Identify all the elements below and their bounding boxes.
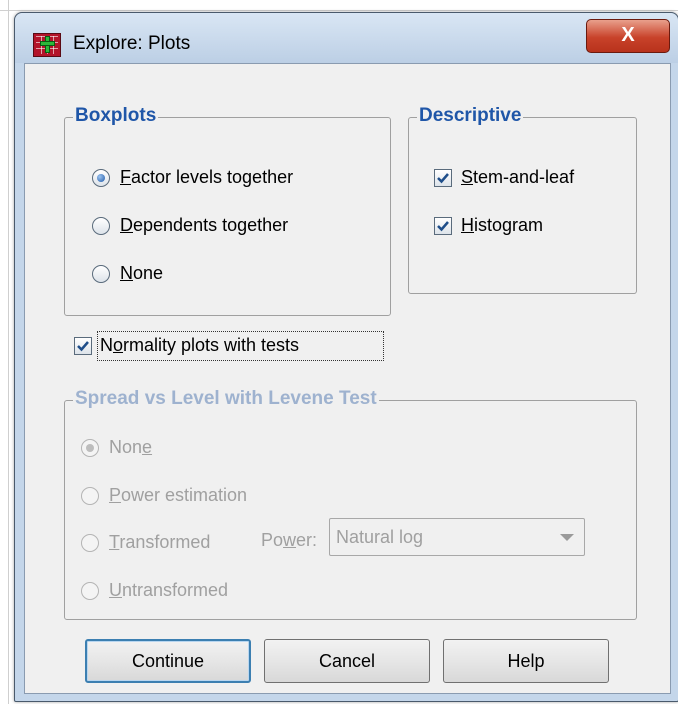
- close-button[interactable]: X: [586, 19, 670, 53]
- radio-factor-levels-together[interactable]: [92, 169, 110, 187]
- radio-spread-none[interactable]: [81, 439, 99, 457]
- label-transformed[interactable]: Transformed: [109, 532, 210, 553]
- radio-power-estimation[interactable]: [81, 487, 99, 505]
- descriptive-legend: Descriptive: [417, 105, 524, 127]
- power-select-value: Natural log: [336, 527, 424, 547]
- background-line: [8, 0, 9, 704]
- background-line: [0, 10, 678, 11]
- cancel-button[interactable]: Cancel: [264, 639, 430, 683]
- dialog-body: Boxplots Factor levels together Dependen…: [24, 63, 671, 694]
- checkbox-normality-plots[interactable]: [74, 337, 92, 355]
- label-normality-plots[interactable]: Normality plots with tests: [100, 335, 299, 356]
- checkmark-icon: [437, 173, 449, 184]
- label-untransformed[interactable]: Untransformed: [109, 580, 228, 601]
- label-boxplots-none[interactable]: None: [120, 263, 163, 284]
- help-button[interactable]: Help: [443, 639, 609, 683]
- label-dependents-together[interactable]: Dependents together: [120, 215, 288, 236]
- window-title: Explore: Plots: [73, 33, 191, 54]
- checkbox-histogram[interactable]: [434, 217, 452, 235]
- label-spread-none[interactable]: None: [109, 437, 152, 458]
- checkmark-icon: [437, 221, 449, 232]
- radio-untransformed[interactable]: [81, 582, 99, 600]
- spss-app-icon: [33, 33, 61, 57]
- label-factor-levels-together[interactable]: Factor levels together: [120, 167, 293, 188]
- radio-boxplots-none[interactable]: [92, 265, 110, 283]
- checkbox-stem-and-leaf[interactable]: [434, 169, 452, 187]
- explore-plots-dialog: Explore: Plots X Boxplots Factor levels …: [14, 12, 678, 702]
- checkmark-icon: [77, 341, 89, 352]
- label-histogram[interactable]: Histogram: [461, 215, 543, 236]
- power-select[interactable]: Natural log: [329, 518, 585, 556]
- radio-transformed[interactable]: [81, 534, 99, 552]
- spread-vs-level-legend: Spread vs Level with Levene Test: [73, 388, 379, 410]
- continue-button[interactable]: Continue: [85, 639, 251, 683]
- descriptive-group: Descriptive: [408, 105, 637, 294]
- label-power-estimation[interactable]: Power estimation: [109, 485, 247, 506]
- radio-dependents-together[interactable]: [92, 217, 110, 235]
- chevron-down-icon[interactable]: [560, 534, 574, 541]
- label-stem-and-leaf[interactable]: Stem-and-leaf: [461, 167, 574, 188]
- power-label: Power:: [261, 530, 318, 550]
- boxplots-legend: Boxplots: [73, 105, 159, 127]
- title-bar[interactable]: Explore: Plots X: [15, 13, 678, 63]
